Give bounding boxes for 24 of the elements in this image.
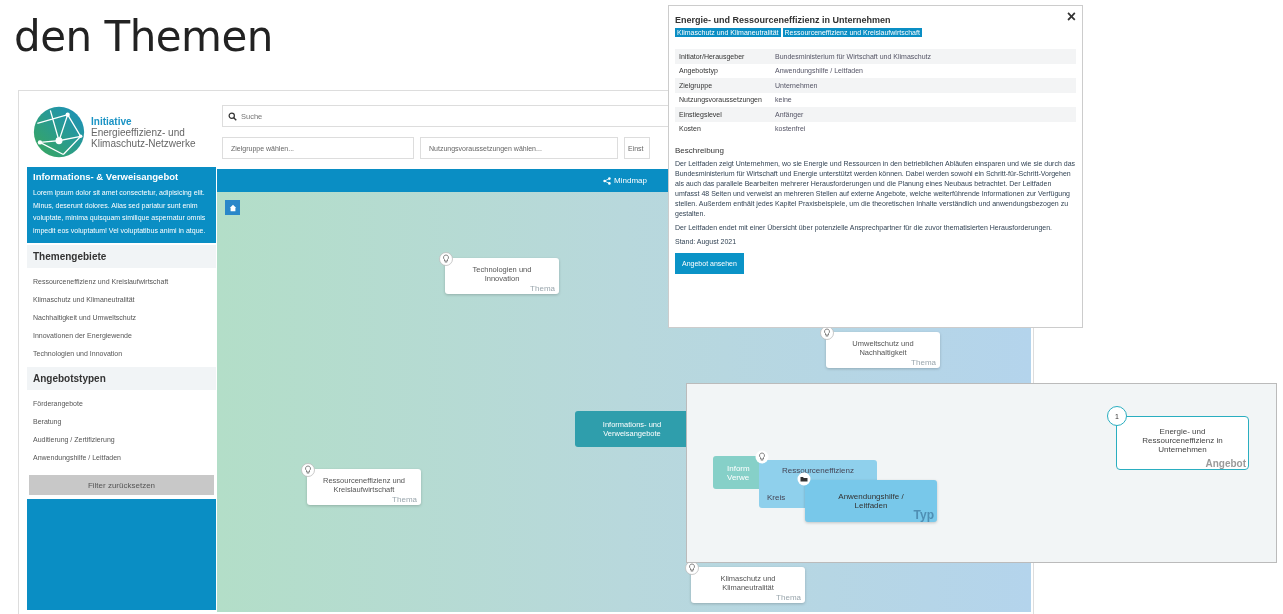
section-header: Angebotstypen — [27, 367, 216, 390]
dialog-title: Energie- und Ressourceneffizienz in Unternehmen — [675, 15, 892, 25]
close-button[interactable]: × — [1066, 9, 1076, 25]
lightbulb-icon — [301, 463, 315, 477]
network-globe-icon — [33, 106, 85, 158]
section-header: Themengebiete — [27, 245, 216, 268]
home-icon — [228, 203, 237, 212]
lightbulb-icon — [755, 450, 769, 464]
mindmap-node[interactable]: Ressourceneffizienz — [759, 460, 877, 480]
page-heading: den Themen — [14, 12, 273, 62]
logo-subtitle: Klimaschutz-Netzwerke — [91, 137, 196, 149]
mindmap-node[interactable]: Anwendungshilfe / Leitfaden Typ — [805, 480, 937, 522]
folder-icon — [797, 472, 811, 486]
description-title: Beschreibung — [675, 146, 725, 155]
reset-filter-button[interactable]: Filter zurücksetzen — [29, 475, 214, 495]
mindmap-tab[interactable]: Mindmap — [597, 175, 653, 186]
info-title: Informations- & Verweisangebot — [33, 171, 180, 182]
share-icon — [603, 176, 612, 185]
search-icon — [228, 111, 237, 121]
logo-title: Initiative — [91, 115, 133, 127]
logo-subtitle: Energieeffizienz- und — [91, 126, 186, 138]
node-text: Kreis — [767, 493, 786, 502]
lightbulb-icon — [439, 252, 453, 266]
home-button[interactable] — [225, 200, 240, 215]
